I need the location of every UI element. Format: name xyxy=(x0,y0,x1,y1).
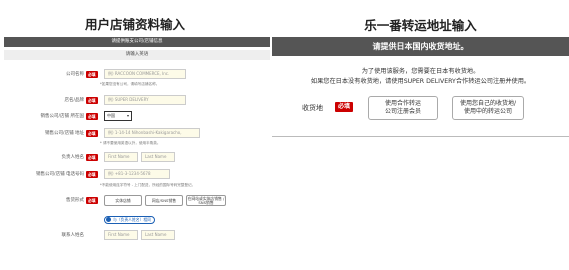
divider xyxy=(272,136,569,137)
required-badge: 必填 xyxy=(86,154,98,161)
manager-first-name-input[interactable]: First Name xyxy=(104,152,138,162)
address-row: 销售公司/店铺 地址 必填 例) 1-14-14 Nihonbashi-Kaki… xyxy=(4,127,270,141)
english-input-notice: 请输入英语 xyxy=(4,50,270,60)
forwarding-title: 乐一番转运地址输入 xyxy=(364,18,477,33)
company-name-input[interactable]: 例) RACCOON COMMERCE, Inc. xyxy=(104,69,186,79)
contact-same-row: 与（负责人姓名）相同 xyxy=(4,214,270,228)
required-badge: 必填 xyxy=(86,113,98,120)
contact-name-label: 联系人姓名 xyxy=(61,233,85,238)
same-as-manager-label: 与（负责人姓名）相同 xyxy=(113,217,151,222)
company-name-note: *如果您没有公司，请填写店铺名称。 xyxy=(100,82,160,86)
shop-info-panel: 用户店铺资料输入 请提供账支公司/店铺信息 请输入英语 公司名称 必填 例) R… xyxy=(0,0,270,270)
physical-store-button[interactable]: 实体店铺 xyxy=(104,195,142,206)
company-name-label: 公司名称 xyxy=(66,72,84,77)
both-store-button[interactable]: 在网站或实体店销售 / SNS销售 xyxy=(186,195,226,206)
address-note: * 请不要使用英语以外，使用半角英。 xyxy=(100,141,161,145)
sales-format-label: 售货形式 xyxy=(66,198,84,203)
phone-input[interactable]: 例) +81-3-1234-5678 xyxy=(104,169,170,179)
address-input[interactable]: 例) 1-14-14 Nihonbashi-Kakigaracho, xyxy=(104,128,200,138)
phone-label: 销售公司/店铺 电话号码 xyxy=(36,172,84,177)
delivery-label: 收货地 xyxy=(302,104,323,112)
intro-line-1: 为了使用该服务，您需要在日本有收货地。 xyxy=(361,68,480,75)
manager-name-row: 负责人姓名 必填 First Name Last Name xyxy=(4,151,270,165)
contact-first-name-input[interactable]: First Name xyxy=(104,230,138,240)
partner-forwarder-button[interactable]: 使用合作转运 公司注册会员 xyxy=(368,96,438,120)
sales-format-row: 售货形式 必填 实体店铺 网店/SNS销售 在网站或实体店销售 / SNS销售 xyxy=(4,193,270,207)
required-badge: 必填 xyxy=(86,71,98,78)
intro-line-2: 如果您在日本没有收货地，请使用SUPER DELIVERY合作转运公司注册并使用… xyxy=(310,78,531,85)
company-info-header: 请提供账支公司/店铺信息 xyxy=(4,37,270,47)
company-name-row: 公司名称 必填 例) RACCOON COMMERCE, Inc. xyxy=(4,68,270,82)
partner-forwarder-line-2: 公司注册会员 xyxy=(384,108,421,115)
contact-name-row: 联系人姓名 First Name Last Name xyxy=(4,229,270,243)
own-address-button[interactable]: 使用您自己的收货地/ 使用中的转运公司 xyxy=(452,96,524,120)
required-badge: 必填 xyxy=(86,171,98,178)
required-badge: 必填 xyxy=(335,102,354,112)
chevron-down-icon: ▾ xyxy=(126,113,129,118)
country-row: 销售公司/店铺 所在国 必填 中国 ▾ xyxy=(4,110,270,124)
address-label: 销售公司/店铺 地址 xyxy=(45,131,84,136)
forwarding-address-panel: 乐一番转运地址输入 请提供日本国内收货地址。 为了使用该服务，您需要在日本有收货… xyxy=(272,0,569,270)
own-address-line-1: 使用您自己的收货地/ xyxy=(459,100,517,107)
same-as-manager-radio[interactable]: 与（负责人姓名）相同 xyxy=(104,216,155,224)
required-badge: 必填 xyxy=(86,130,98,137)
store-name-row: 店名/品牌 必填 例) SUPER DELIVERY xyxy=(4,94,270,108)
contact-last-name-input[interactable]: Last Name xyxy=(141,230,175,240)
required-badge: 必填 xyxy=(86,97,98,104)
phone-row: 销售公司/店铺 电话号码 必填 例) +81-3-1234-5678 xyxy=(4,168,270,182)
country-select-value: 中国 xyxy=(107,113,115,118)
country-select[interactable]: 中国 ▾ xyxy=(104,111,132,121)
country-label: 销售公司/店铺 所在国 xyxy=(40,114,84,119)
store-name-input[interactable]: 例) SUPER DELIVERY xyxy=(104,95,186,105)
manager-name-label: 负责人姓名 xyxy=(61,155,85,160)
required-badge: 必填 xyxy=(86,197,98,204)
phone-note: *不能使用连字符号 - 上门配送，所经的国际号码完整登记。 xyxy=(100,183,196,187)
store-name-label: 店名/品牌 xyxy=(64,98,84,103)
manager-last-name-input[interactable]: Last Name xyxy=(141,152,175,162)
own-address-line-2: 使用中的转运公司 xyxy=(463,108,512,115)
online-sns-button[interactable]: 网店/SNS销售 xyxy=(145,195,183,206)
japan-address-header: 请提供日本国内收货地址。 xyxy=(272,37,569,56)
partner-forwarder-line-1: 使用合作转运 xyxy=(384,100,421,107)
radio-dot-icon xyxy=(106,217,111,222)
shop-info-title: 用户店铺资料输入 xyxy=(84,17,185,32)
